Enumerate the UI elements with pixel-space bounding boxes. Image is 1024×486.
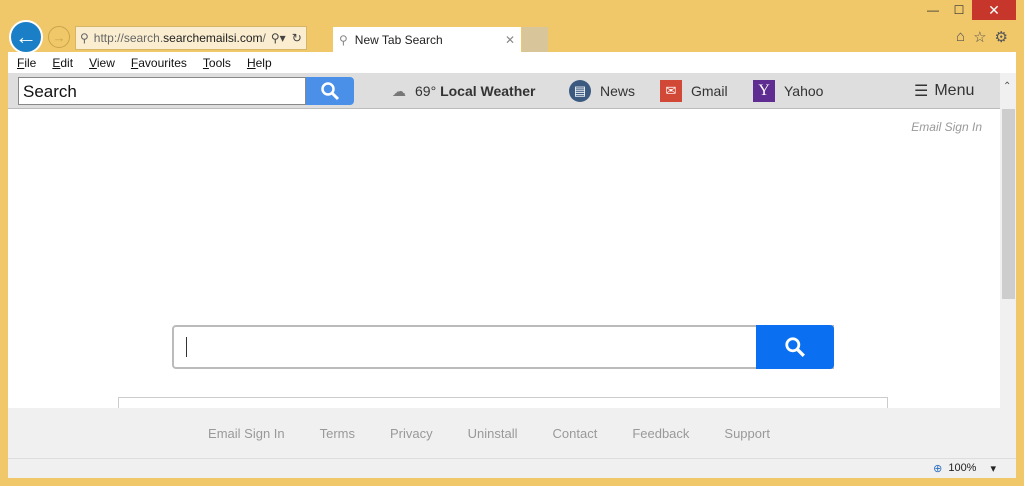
footer-privacy[interactable]: Privacy — [390, 426, 433, 441]
favorites-star-icon[interactable]: ☆ — [973, 28, 986, 46]
refresh-icon[interactable]: ↻ — [292, 31, 302, 45]
close-button[interactable]: ✕ — [972, 0, 1016, 20]
search-icon — [321, 82, 340, 101]
content-box — [118, 397, 888, 408]
news-label: News — [600, 83, 636, 99]
menu-button[interactable]: ☰ Menu — [914, 73, 974, 109]
yahoo-icon: Y — [753, 80, 775, 102]
status-bar: ⊕ 100% ▾ — [8, 458, 1016, 478]
search-icon: ⚲ — [339, 32, 348, 47]
page-content: Email Sign In — [8, 109, 1000, 408]
scrollbar[interactable]: ⌃ — [1000, 73, 1016, 458]
yahoo-link[interactable]: Y Yahoo — [753, 73, 823, 109]
footer-contact[interactable]: Contact — [553, 426, 598, 441]
weather-label: Local Weather — [440, 83, 536, 99]
footer-support[interactable]: Support — [724, 426, 770, 441]
zoom-control[interactable]: ⊕ 100% ▾ — [933, 462, 996, 475]
menu-favourites[interactable]: Favourites — [131, 56, 187, 70]
email-sign-in-link[interactable]: Email Sign In — [911, 120, 982, 134]
footer-feedback[interactable]: Feedback — [632, 426, 689, 441]
window-controls: — ☐ ✕ — [920, 0, 1016, 20]
zoom-icon: ⊕ — [933, 463, 943, 475]
menu-tools[interactable]: Tools — [203, 56, 231, 70]
menu-edit[interactable]: Edit — [52, 56, 73, 70]
tab-title: New Tab Search — [354, 32, 443, 47]
menu-label: Menu — [934, 82, 975, 99]
hamburger-icon: ☰ — [914, 83, 929, 100]
home-icon[interactable]: ⌂ — [956, 28, 965, 46]
weather-temp: 69° — [415, 83, 437, 99]
chevron-down-icon[interactable]: ▾ — [990, 462, 996, 475]
scrollbar-thumb[interactable] — [1002, 109, 1015, 299]
menu-view[interactable]: View — [89, 56, 115, 70]
footer-uninstall[interactable]: Uninstall — [468, 426, 518, 441]
footer-terms[interactable]: Terms — [320, 426, 355, 441]
ie-tools: ⌂ ☆ ⚙ — [956, 28, 1008, 46]
menu-help[interactable]: Help — [247, 56, 272, 70]
toolbar-search-input[interactable]: Search — [18, 77, 306, 105]
new-tab-button[interactable] — [522, 27, 548, 52]
forward-button[interactable]: → — [48, 26, 70, 48]
menu-file[interactable]: File — [17, 56, 36, 70]
tab-new-tab-search[interactable]: ⚲ New Tab Search ✕ — [333, 27, 521, 52]
main-search-input[interactable] — [172, 325, 834, 369]
cloud-icon: ☁ — [392, 82, 406, 99]
gmail-label: Gmail — [691, 83, 728, 99]
main-search-button[interactable] — [756, 325, 834, 369]
weather-link[interactable]: ☁ 69° Local Weather — [392, 73, 536, 109]
address-bar[interactable]: ⚲ http://search.searchemailsi.com/ ⚲▾ ↻ — [75, 26, 307, 50]
back-button[interactable]: ← — [9, 20, 43, 54]
minimize-button[interactable]: — — [920, 0, 946, 20]
footer-email-sign-in[interactable]: Email Sign In — [208, 426, 285, 441]
zoom-level: 100% — [948, 462, 977, 474]
news-icon: ▤ — [569, 80, 591, 102]
scroll-up-icon[interactable]: ⌃ — [1003, 81, 1011, 92]
search-dropdown-icon[interactable]: ⚲▾ — [271, 31, 286, 45]
menu-bar: File Edit View Favourites Tools Help — [8, 52, 1016, 73]
gmail-icon: ✉ — [660, 80, 682, 102]
gmail-link[interactable]: ✉ Gmail — [660, 73, 728, 109]
footer: Email Sign In Terms Privacy Uninstall Co… — [8, 408, 1000, 458]
search-icon: ⚲ — [80, 31, 89, 45]
url-text: http://search.searchemailsi.com/ — [93, 31, 266, 45]
search-icon — [785, 337, 805, 357]
close-tab-icon[interactable]: ✕ — [505, 33, 515, 47]
maximize-button[interactable]: ☐ — [946, 0, 972, 20]
news-link[interactable]: ▤ News — [569, 73, 635, 109]
yahoo-label: Yahoo — [784, 83, 824, 99]
toolbar-search-button[interactable] — [306, 77, 354, 105]
search-toolbar: Search ☁ 69° Local Weather ▤ News ✉ Gmai… — [8, 73, 1000, 109]
gear-icon[interactable]: ⚙ — [995, 28, 1008, 46]
